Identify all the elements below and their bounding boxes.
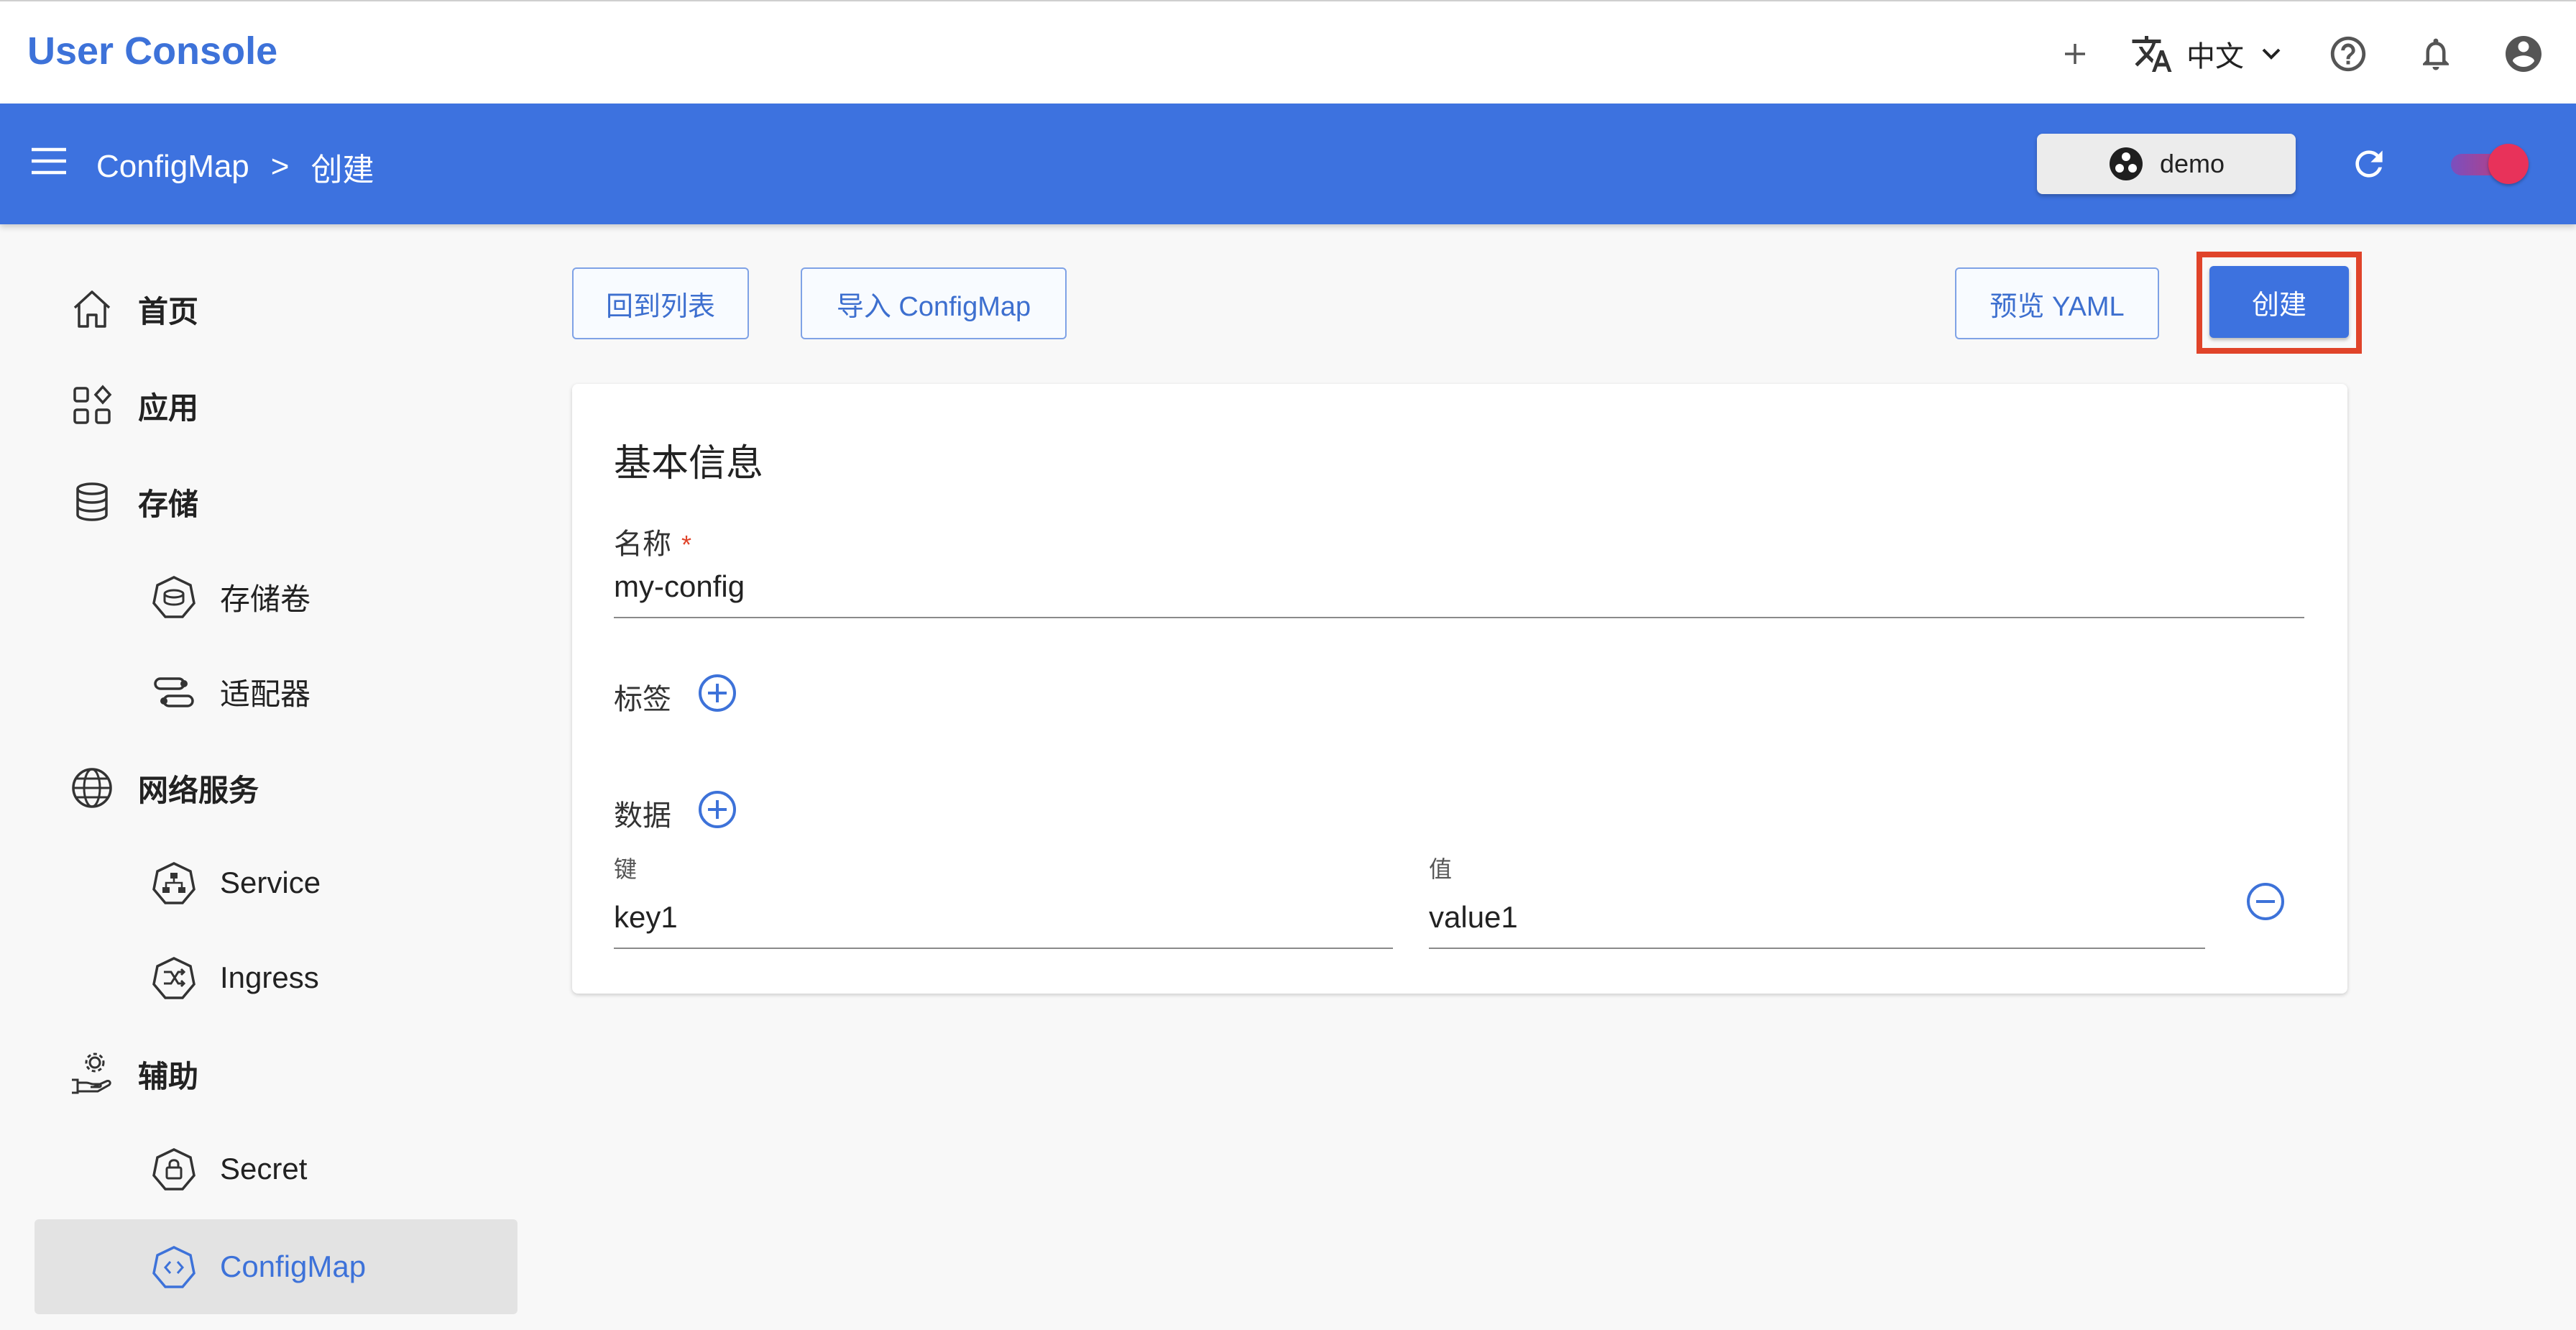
sidebar-item-auxiliary[interactable]: 辅助 (66, 1048, 198, 1100)
remove-data-button[interactable] (2244, 880, 2287, 923)
chevron-down-icon (2262, 48, 2281, 60)
sidebar-item-configmap[interactable]: ConfigMap (34, 1219, 518, 1314)
data-value-input[interactable]: value1 (1429, 900, 1518, 935)
menu-button[interactable] (27, 139, 70, 183)
sidebar: 首页 应用 存储 存储卷 适配器 网络服务 Service Ingress 辅助… (0, 224, 539, 1330)
top-bar: User Console 中文 (0, 0, 2576, 104)
globe-icon (66, 762, 118, 814)
app-brand[interactable]: User Console (27, 29, 277, 73)
data-value-underline (1429, 948, 2205, 949)
sidebar-item-label: Ingress (220, 960, 319, 994)
hand-gear-icon (66, 1048, 118, 1100)
name-label-text: 名称 (614, 528, 671, 560)
preview-yaml-button[interactable]: 预览 YAML (1955, 267, 2159, 339)
data-label: 数据 (614, 800, 671, 832)
home-icon (66, 283, 118, 335)
hamburger-icon (32, 147, 66, 175)
volume-icon (148, 571, 200, 623)
required-mark: * (681, 530, 692, 559)
key-label: 键 (614, 856, 638, 882)
sidebar-item-adapter[interactable]: 适配器 (148, 666, 310, 717)
sidebar-item-label: 存储 (138, 487, 199, 521)
sidebar-item-storage[interactable]: 存储 (66, 476, 198, 528)
sidebar-item-ingress[interactable]: Ingress (148, 952, 319, 1004)
add-button[interactable] (2050, 29, 2100, 79)
sidebar-item-label: 网络服务 (138, 773, 259, 807)
add-data-button[interactable] (696, 788, 739, 831)
basic-info-card: 基本信息 名称 * my-config 标签 数据 键 key1 值 value1 (572, 384, 2347, 994)
name-input-underline (614, 617, 2304, 618)
value-label: 值 (1429, 856, 1453, 882)
add-circle-icon (699, 674, 736, 712)
name-field-label: 名称 * (614, 520, 691, 562)
sidebar-item-label: 应用 (138, 390, 199, 425)
sidebar-item-label: 存储卷 (220, 582, 311, 616)
bell-icon (2423, 38, 2449, 70)
back-to-list-button[interactable]: 回到列表 (572, 267, 749, 339)
breadcrumb-create: 创建 (310, 152, 374, 188)
sidebar-item-label: Service (220, 866, 321, 899)
namespace-icon (2109, 147, 2143, 180)
sidebar-item-label: 首页 (138, 294, 199, 329)
database-icon (66, 476, 118, 528)
refresh-icon (2355, 150, 2383, 178)
section-title: 基本信息 (614, 443, 764, 485)
remove-circle-icon (2247, 883, 2284, 920)
sidebar-item-apps[interactable]: 应用 (66, 380, 198, 431)
sidebar-item-label: 适配器 (220, 677, 311, 711)
sidebar-item-label: ConfigMap (220, 1249, 367, 1283)
namespace-selector[interactable]: demo (2037, 134, 2296, 194)
name-input[interactable]: my-config (614, 569, 745, 604)
breadcrumb-separator: > (270, 149, 290, 184)
sidebar-item-network[interactable]: 网络服务 (66, 762, 259, 814)
create-button-highlight (2196, 252, 2362, 354)
refresh-button[interactable] (2342, 137, 2396, 191)
sidebar-item-label: 辅助 (138, 1059, 199, 1093)
language-selector[interactable]: 中文 (2130, 32, 2286, 75)
labels-label: 标签 (614, 684, 671, 715)
account-button[interactable] (2498, 29, 2549, 79)
add-label-button[interactable] (696, 671, 739, 715)
notifications-button[interactable] (2411, 29, 2461, 79)
service-icon (148, 857, 200, 909)
sidebar-item-volume[interactable]: 存储卷 (148, 571, 310, 623)
sidebar-item-secret[interactable]: Secret (148, 1143, 307, 1195)
toggle-knob (2488, 144, 2529, 184)
add-circle-icon (699, 791, 736, 828)
ingress-icon (148, 952, 200, 1004)
sidebar-item-home[interactable]: 首页 (66, 283, 198, 335)
context-bar: ConfigMap > 创建 demo (0, 104, 2576, 224)
translate-icon (2132, 36, 2172, 72)
help-icon (2330, 36, 2366, 72)
top-actions: 中文 (2012, 29, 2549, 79)
data-key-underline (614, 948, 1393, 949)
language-label: 中文 (2186, 41, 2244, 73)
apps-icon (66, 380, 118, 431)
help-button[interactable] (2323, 29, 2373, 79)
namespace-label: demo (2159, 149, 2225, 178)
theme-toggle[interactable] (2444, 144, 2530, 184)
breadcrumb: ConfigMap > 创建 (96, 144, 374, 190)
import-configmap-button[interactable]: 导入 ConfigMap (801, 267, 1067, 339)
plus-icon (2065, 44, 2085, 64)
account-icon (2506, 36, 2542, 72)
data-key-input[interactable]: key1 (614, 900, 678, 935)
configmap-icon (148, 1241, 200, 1293)
secret-icon (148, 1143, 200, 1195)
sidebar-item-service[interactable]: Service (148, 857, 321, 909)
sidebar-item-label: Secret (220, 1152, 308, 1185)
breadcrumb-configmap[interactable]: ConfigMap (96, 149, 249, 185)
adapter-icon (148, 666, 200, 717)
